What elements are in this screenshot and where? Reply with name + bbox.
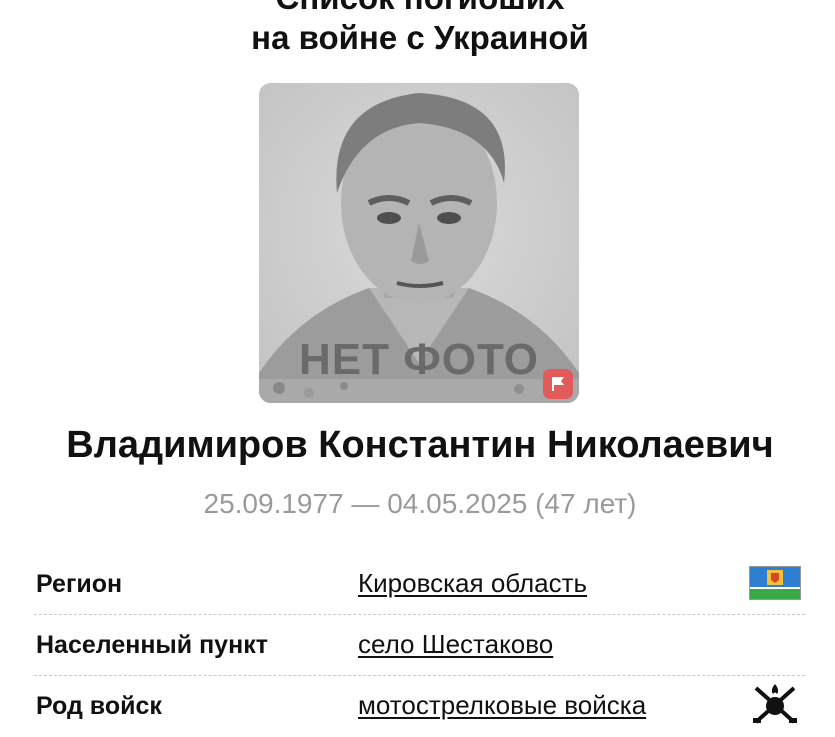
details-table: Регион Кировская область Населенный пунк… bbox=[34, 554, 805, 736]
report-flag-button[interactable] bbox=[543, 369, 573, 399]
troops-label: Род войск bbox=[36, 692, 162, 720]
region-link[interactable]: Кировская область bbox=[358, 566, 587, 600]
page-title-line1: Список погибших bbox=[0, 0, 835, 18]
report-flag-icon bbox=[552, 377, 564, 391]
page-title: Список погибших на войне с Украиной bbox=[0, 0, 835, 58]
life-dates: 25.09.1977 — 04.05.2025 (47 лет) bbox=[203, 488, 637, 519]
motorized-rifle-troops-emblem-icon bbox=[750, 682, 800, 726]
person-name: Владимиров Константин Николаевич bbox=[66, 424, 774, 466]
person-photo: НЕТ ФОТО bbox=[259, 83, 579, 403]
details-row-troops: Род войск мотострелковые войска bbox=[34, 676, 805, 736]
details-row-locality: Населенный пункт село Шестаково bbox=[34, 615, 805, 676]
region-label: Регион bbox=[36, 570, 123, 598]
kirov-region-flag-icon bbox=[749, 566, 801, 600]
details-row-region: Регион Кировская область bbox=[34, 554, 805, 615]
locality-label: Населенный пункт bbox=[36, 631, 268, 659]
no-photo-caption: НЕТ ФОТО bbox=[298, 335, 539, 384]
troops-link[interactable]: мотострелковые войска bbox=[358, 688, 646, 722]
page-title-line2: на войне с Украиной bbox=[251, 19, 589, 56]
locality-link[interactable]: село Шестаково bbox=[358, 627, 553, 661]
